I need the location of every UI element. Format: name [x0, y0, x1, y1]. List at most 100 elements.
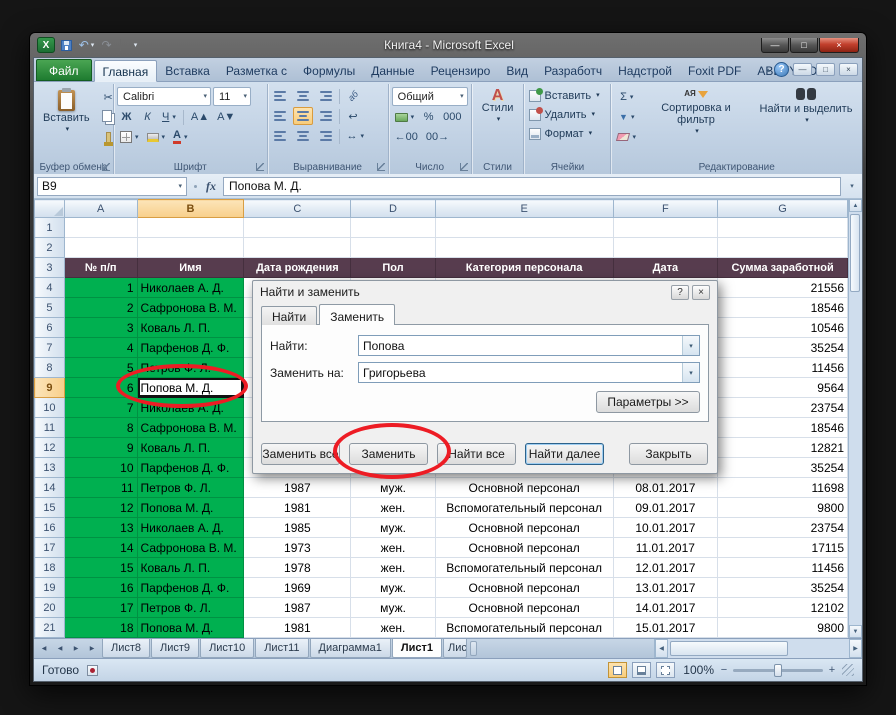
scroll-up-button[interactable]: ▲	[849, 199, 862, 212]
cell-C1[interactable]	[244, 218, 351, 238]
cell-E15[interactable]: Вспомогательный персонал	[435, 498, 613, 518]
align-bottom-right-icon[interactable]	[315, 127, 335, 145]
cell-G18[interactable]: 11456	[718, 558, 848, 578]
decrease-decimal-button[interactable]: 00→	[423, 128, 452, 146]
cell-C15[interactable]: 1981	[244, 498, 351, 518]
cell-D19[interactable]: муж.	[351, 578, 435, 598]
cell-G10[interactable]: 23754	[718, 398, 848, 418]
accounting-format-button[interactable]: ▾	[392, 108, 418, 126]
cell-G13[interactable]: 35254	[718, 458, 848, 478]
number-format-select[interactable]: Общий▾	[392, 87, 468, 106]
ribbon-tab-Надстрой[interactable]: Надстрой	[610, 60, 680, 81]
select-all-corner[interactable]	[35, 200, 65, 218]
cell-B3[interactable]: Имя	[137, 258, 244, 278]
cell-C14[interactable]: 1987	[244, 478, 351, 498]
macro-record-icon[interactable]	[87, 665, 98, 676]
vertical-scroll-thumb[interactable]	[850, 214, 860, 292]
row-header-16[interactable]: 16	[35, 518, 65, 538]
formula-bar-expand-button[interactable]: ▾	[845, 182, 859, 190]
cell-C2[interactable]	[244, 238, 351, 258]
cell-A5[interactable]: 2	[64, 298, 137, 318]
column-header-D[interactable]: D	[351, 200, 435, 218]
align-top-left-icon[interactable]	[271, 87, 291, 105]
sheet-tab-Лист10[interactable]: Лист10	[200, 639, 254, 658]
help-icon[interactable]: ?	[774, 62, 789, 77]
ribbon-tab-Файл[interactable]: Файл	[36, 59, 92, 81]
format-cells-button[interactable]: Формат▾	[527, 124, 607, 143]
paste-button[interactable]: Вставить ▾	[37, 86, 96, 146]
cell-G7[interactable]: 35254	[718, 338, 848, 358]
collapse-ribbon-icon[interactable]: ▴	[766, 66, 770, 74]
cell-E16[interactable]: Основной персонал	[435, 518, 613, 538]
cell-A21[interactable]: 18	[64, 618, 137, 638]
qat-customize-button[interactable]: ▾	[126, 37, 143, 53]
cell-G17[interactable]: 17115	[718, 538, 848, 558]
cell-D18[interactable]: жен.	[351, 558, 435, 578]
delete-cells-button[interactable]: Удалить▾	[527, 105, 607, 124]
cell-G3[interactable]: Сумма заработной	[718, 258, 848, 278]
find-input[interactable]	[359, 336, 682, 355]
cell-D14[interactable]: муж.	[351, 478, 435, 498]
dialog-button-Закрыть[interactable]: Закрыть	[629, 443, 708, 465]
ribbon-tab-Вставка[interactable]: Вставка	[157, 60, 218, 81]
align-top-center-icon[interactable]	[293, 87, 313, 105]
find-select-button[interactable]: Найти и выделить ▾	[753, 86, 859, 146]
replace-dropdown-button[interactable]: ▾	[682, 363, 699, 382]
cell-A11[interactable]: 8	[64, 418, 137, 438]
cell-A18[interactable]: 15	[64, 558, 137, 578]
cell-A7[interactable]: 4	[64, 338, 137, 358]
cell-B5[interactable]: Сафронова В. М.	[137, 298, 244, 318]
sheet-tab-Лист1[interactable]: Лист1	[392, 639, 442, 658]
sheet-tab-Лист8[interactable]: Лист8	[102, 639, 150, 658]
view-page-break-button[interactable]	[656, 662, 675, 678]
cell-F16[interactable]: 10.01.2017	[613, 518, 718, 538]
sheet-tab-Лист11[interactable]: Лист11	[255, 639, 308, 658]
first-sheet-button[interactable]: ◀	[37, 641, 51, 656]
row-header-12[interactable]: 12	[35, 438, 65, 458]
row-header-8[interactable]: 8	[35, 358, 65, 378]
zoom-in-button[interactable]: +	[827, 664, 837, 676]
align-right-button[interactable]	[315, 107, 335, 125]
cell-C16[interactable]: 1985	[244, 518, 351, 538]
column-header-B[interactable]: B	[137, 200, 244, 218]
cell-D17[interactable]: жен.	[351, 538, 435, 558]
cell-A2[interactable]	[64, 238, 137, 258]
row-header-19[interactable]: 19	[35, 578, 65, 598]
cell-E20[interactable]: Основной персонал	[435, 598, 613, 618]
cell-B12[interactable]: Коваль Л. П.	[137, 438, 244, 458]
cell-A13[interactable]: 10	[64, 458, 137, 478]
sheet-tab-Лист9[interactable]: Лист9	[151, 639, 199, 658]
insert-cells-button[interactable]: Вставить▾	[527, 86, 607, 105]
name-box-dropdown-icon[interactable]: ▾	[178, 183, 182, 190]
resize-grip[interactable]	[842, 664, 854, 676]
row-header-13[interactable]: 13	[35, 458, 65, 478]
cell-B1[interactable]	[137, 218, 244, 238]
replace-input[interactable]	[359, 363, 682, 382]
cell-B15[interactable]: Попова М. Д.	[137, 498, 244, 518]
cell-F21[interactable]: 15.01.2017	[613, 618, 718, 638]
comma-style-button[interactable]: 000	[440, 108, 464, 126]
cell-A9[interactable]: 6	[64, 378, 137, 398]
cell-F3[interactable]: Дата	[613, 258, 718, 278]
cell-A3[interactable]: № п/п	[64, 258, 137, 278]
vertical-scroll-track[interactable]	[849, 212, 862, 625]
cell-G12[interactable]: 12821	[718, 438, 848, 458]
prev-sheet-button[interactable]: ◀	[53, 641, 67, 656]
wrap-text-button[interactable]: ↩	[344, 107, 363, 125]
cell-A4[interactable]: 1	[64, 278, 137, 298]
sheet-tab-Лис[interactable]: Лис	[443, 639, 467, 658]
replace-combobox[interactable]: ▾	[358, 362, 700, 383]
bold-button[interactable]: Ж	[117, 108, 136, 126]
cell-A12[interactable]: 9	[64, 438, 137, 458]
row-header-9[interactable]: 9	[35, 378, 65, 398]
find-dropdown-button[interactable]: ▾	[682, 336, 699, 355]
cell-B8[interactable]: Петров Ф. Л.	[137, 358, 244, 378]
cell-F19[interactable]: 13.01.2017	[613, 578, 718, 598]
row-header-11[interactable]: 11	[35, 418, 65, 438]
cell-C3[interactable]: Дата рождения	[244, 258, 351, 278]
font-size-select[interactable]: 11▾	[213, 87, 251, 106]
workbook-close-button[interactable]: ×	[839, 63, 858, 76]
dialog-button-Найти далее[interactable]: Найти далее	[525, 443, 604, 465]
cell-F15[interactable]: 09.01.2017	[613, 498, 718, 518]
zoom-slider[interactable]: − +	[719, 664, 837, 676]
